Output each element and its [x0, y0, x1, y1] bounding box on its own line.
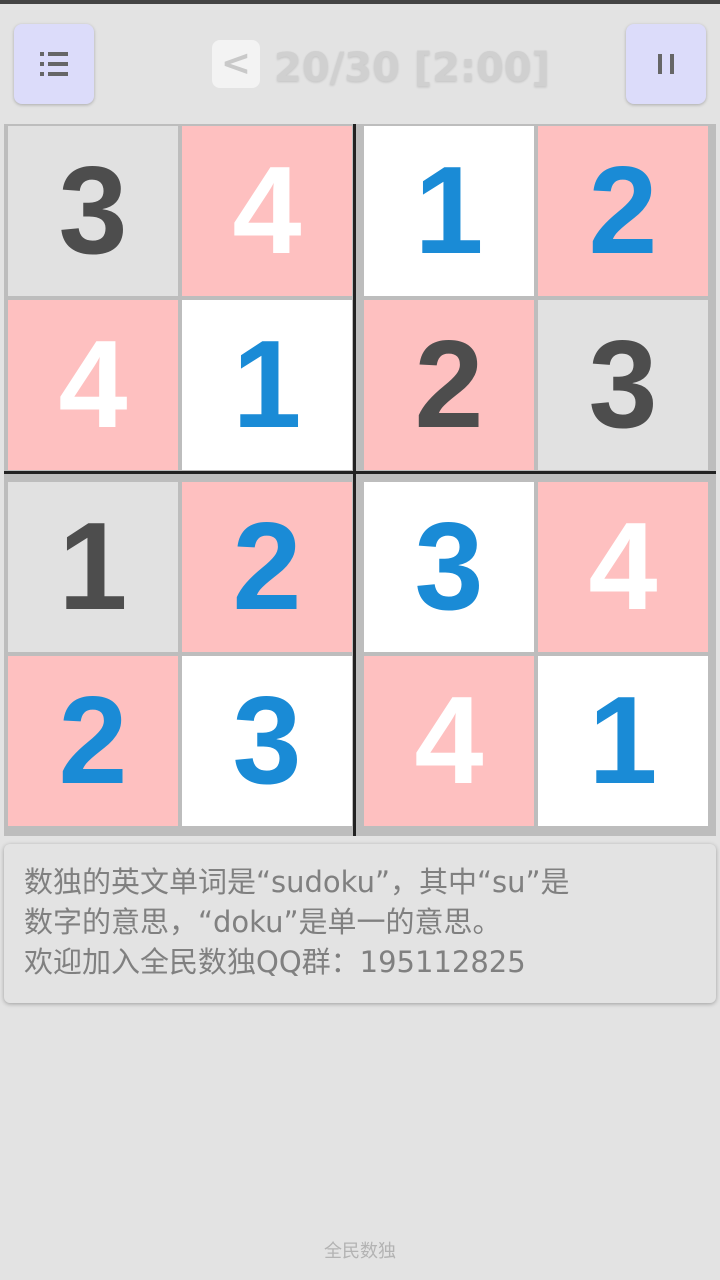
sudoku-cell[interactable]: 4 — [538, 482, 708, 652]
sudoku-cell[interactable]: 3 — [364, 482, 534, 652]
game-header: < 20/30 [2:00] — [0, 4, 720, 120]
pause-icon — [658, 54, 674, 74]
info-line: 数字的意思，“doku”是单一的意思。 — [24, 905, 502, 939]
level-progress-timer: 20/30 [2:00] — [274, 45, 550, 91]
sudoku-cell[interactable]: 2 — [538, 126, 708, 296]
info-text: 数独的英文单词是“sudoku”，其中“su”是 数字的意思，“doku”是单一… — [24, 862, 704, 982]
sudoku-cell[interactable]: 2 — [182, 482, 352, 652]
pause-button[interactable] — [626, 24, 706, 104]
block-divider-vertical — [353, 124, 356, 836]
app-name-footer: 全民数独 — [324, 1241, 396, 1262]
info-line: 欢迎加入全民数独QQ群：195112825 — [24, 945, 526, 979]
list-icon — [40, 52, 68, 76]
sudoku-cell[interactable]: 3 — [182, 656, 352, 826]
sudoku-board: 3412412312342341 — [4, 124, 716, 836]
sudoku-cell[interactable]: 4 — [182, 126, 352, 296]
sudoku-cell[interactable]: 1 — [538, 656, 708, 826]
sudoku-cell[interactable]: 1 — [8, 482, 178, 652]
sudoku-cell[interactable]: 4 — [8, 300, 178, 470]
menu-button[interactable] — [14, 24, 94, 104]
sudoku-cell[interactable]: 1 — [364, 126, 534, 296]
sudoku-cell[interactable]: 2 — [8, 656, 178, 826]
sudoku-cell[interactable]: 3 — [538, 300, 708, 470]
sudoku-cell[interactable]: 3 — [8, 126, 178, 296]
previous-level-button[interactable]: < — [212, 40, 260, 88]
block-divider-horizontal — [4, 471, 716, 474]
sudoku-cell[interactable]: 4 — [364, 656, 534, 826]
sudoku-cell[interactable]: 1 — [182, 300, 352, 470]
chevron-left-icon: < — [220, 43, 252, 84]
info-panel: 数独的英文单词是“sudoku”，其中“su”是 数字的意思，“doku”是单一… — [4, 844, 716, 1003]
sudoku-cell[interactable]: 2 — [364, 300, 534, 470]
info-line: 数独的英文单词是“sudoku”，其中“su”是 — [24, 865, 570, 899]
